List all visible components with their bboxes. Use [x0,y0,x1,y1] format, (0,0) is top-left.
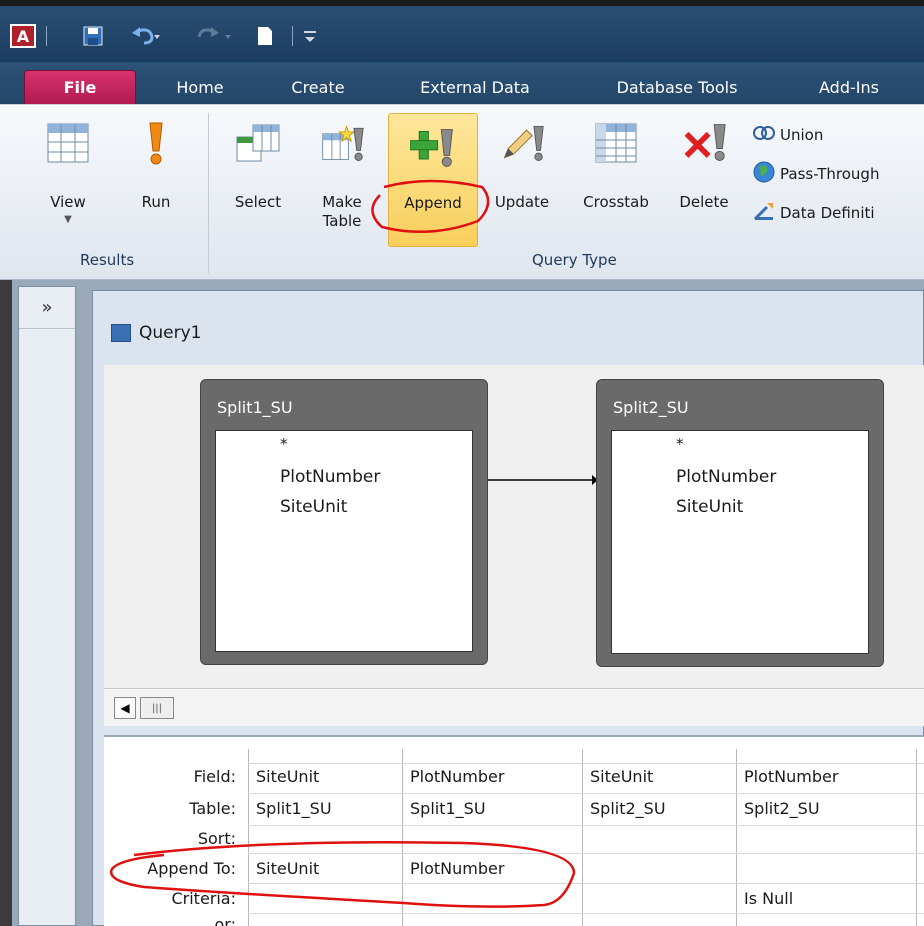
make-table-icon [319,119,365,167]
union-icon [752,126,776,144]
annotation-ellipse [371,179,490,234]
grid-criteria-cell[interactable]: Is Null [744,889,793,908]
grid-table-cell[interactable]: Split2_SU [744,799,820,818]
grid-field-cell[interactable]: PlotNumber [410,767,504,786]
horizontal-scrollbar[interactable]: ◀ ||| [104,688,924,726]
results-group-label: Results [80,251,135,269]
query-title-text: Query1 [139,323,202,343]
datasheet-view-icon [45,119,91,167]
tab-database-tools[interactable]: Database Tools [582,70,772,104]
undo-icon[interactable] [128,24,162,48]
tab-external-data[interactable]: External Data [390,70,560,104]
grid-field-cell[interactable]: SiteUnit [590,767,653,786]
grid-table-cell[interactable]: Split2_SU [590,799,666,818]
append-plus-icon [410,124,456,172]
union-label: Union [780,126,824,144]
chevron-down-icon: ▼ [64,214,72,225]
field-item[interactable]: SiteUnit [676,497,743,517]
view-label: View [50,193,86,211]
access-app-icon[interactable]: A [10,24,36,48]
globe-icon [752,161,776,187]
new-document-icon[interactable] [254,24,276,48]
update-pencil-icon [499,119,545,167]
ribbon-tabs: File Home Create External Data Database … [0,62,924,104]
ribbon: View ▼ Run Results Select Make Table Appe… [0,104,924,280]
query-type-group-label: Query Type [532,251,617,269]
data-definition-icon [752,201,776,225]
qat-separator [292,26,293,46]
select-query-icon [235,119,281,167]
grid-line [736,749,737,926]
grid-table-cell[interactable]: Split1_SU [410,799,486,818]
group-divider [208,113,209,273]
crosstab-label: Crosstab [583,193,649,211]
field-item[interactable]: PlotNumber [676,467,776,487]
field-list: * PlotNumber SiteUnit [611,430,869,654]
scroll-thumb[interactable]: ||| [140,697,174,719]
query-design-area: Split1_SU * PlotNumber SiteUnit Split2_S… [104,365,924,725]
field-item[interactable]: * [280,435,288,453]
union-query-button[interactable]: Union [752,123,823,147]
table-title: Split2_SU [613,398,689,417]
delete-x-icon [681,119,727,167]
data-definition-query-button[interactable]: Data Definiti [752,201,875,225]
field-list: * PlotNumber SiteUnit [215,430,473,652]
grid-line [916,749,917,926]
redo-icon[interactable] [190,24,236,48]
row-label-or: or: [214,915,236,926]
qat-separator [46,26,47,46]
row-label-table: Table: [189,799,236,818]
select-query-button[interactable]: Select [222,109,294,245]
grid-line [248,825,924,826]
row-label-field: Field: [193,767,236,786]
table-title: Split1_SU [217,398,293,417]
window-edge [0,280,12,926]
tab-file[interactable]: File [24,70,136,104]
view-button[interactable]: View ▼ [36,109,100,245]
run-label: Run [141,193,171,211]
tab-create[interactable]: Create [270,70,366,104]
delete-label: Delete [679,193,729,211]
save-icon[interactable] [80,24,106,48]
navigation-pane: » [18,286,76,926]
delete-query-button[interactable]: Delete [668,109,740,245]
select-label: Select [234,193,282,211]
query-icon [111,324,131,342]
data-definition-label: Data Definiti [780,204,875,222]
annotation-ellipse [109,840,576,908]
query-design-grid: Field: Table: Sort: Append To: Criteria:… [104,735,924,926]
expand-nav-pane-button[interactable]: » [19,287,75,329]
run-button[interactable]: Run [124,109,188,245]
grid-line [248,763,924,764]
table-split2-su[interactable]: Split2_SU * PlotNumber SiteUnit [596,379,884,667]
customize-qat-icon[interactable] [300,24,320,48]
field-item[interactable]: SiteUnit [280,497,347,517]
run-exclamation-icon [133,119,179,167]
grid-line [248,793,924,794]
title-bar: A [0,0,924,62]
query-window-title: Query1 [111,323,201,343]
join-line[interactable] [488,473,598,487]
field-item[interactable]: PlotNumber [280,467,380,487]
grid-line [248,913,924,914]
pass-through-query-button[interactable]: Pass-Through [752,161,880,187]
make-table-label: Make Table [322,193,362,230]
update-label: Update [494,193,550,211]
tab-add-ins[interactable]: Add-Ins [794,70,904,104]
grid-field-cell[interactable]: SiteUnit [256,767,319,786]
pass-through-label: Pass-Through [780,165,880,183]
crosstab-query-button[interactable]: Crosstab [566,109,666,245]
field-item[interactable]: * [676,435,684,453]
table-split1-su[interactable]: Split1_SU * PlotNumber SiteUnit [200,379,488,665]
scroll-left-icon[interactable]: ◀ [114,697,136,719]
grid-field-cell[interactable]: PlotNumber [744,767,838,786]
tab-home[interactable]: Home [152,70,248,104]
crosstab-icon [593,119,639,167]
grid-table-cell[interactable]: Split1_SU [256,799,332,818]
